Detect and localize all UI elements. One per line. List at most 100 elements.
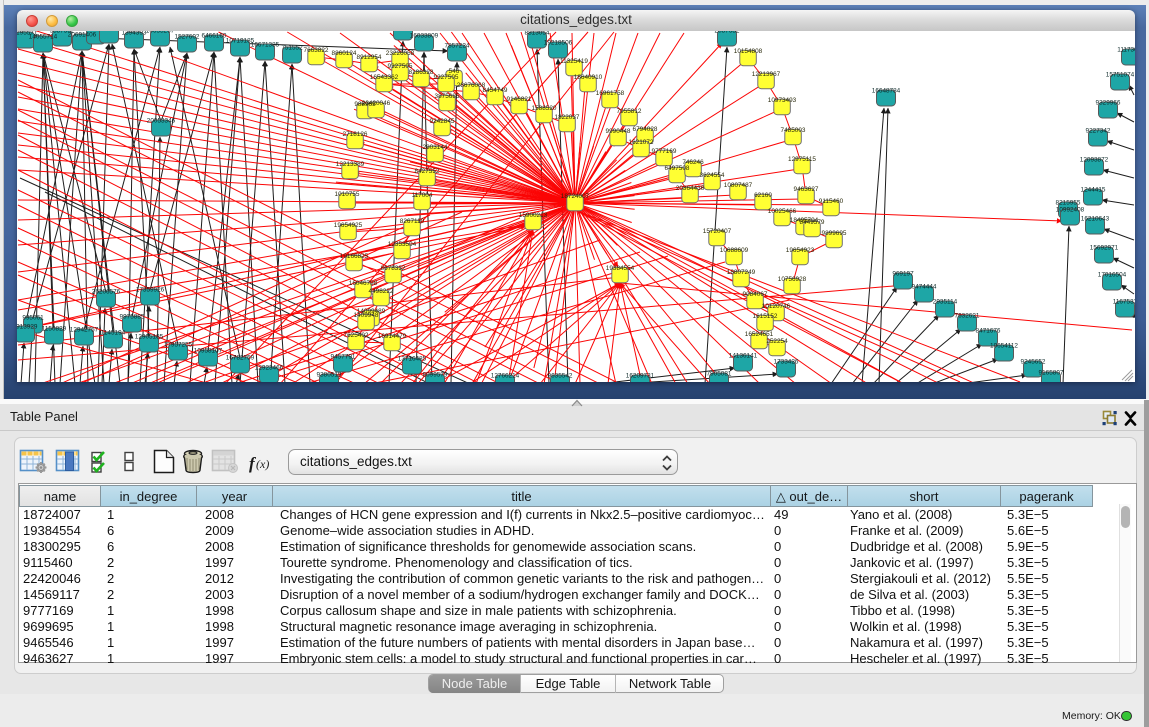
svg-text:10688609: 10688609 (720, 247, 749, 254)
svg-text:9165807: 9165807 (1039, 370, 1064, 377)
svg-text:8454749: 8454749 (483, 87, 508, 94)
svg-text:17957255: 17957255 (164, 342, 193, 349)
svg-text:7625402: 7625402 (344, 332, 369, 339)
svg-text:(x): (x) (256, 457, 269, 471)
svg-text:10653267: 10653267 (146, 31, 175, 35)
svg-text:10654112: 10654112 (990, 343, 1018, 350)
svg-text:1150829: 1150829 (42, 326, 67, 333)
svg-text:8449579: 8449579 (800, 219, 825, 226)
svg-text:252254: 252254 (766, 338, 788, 345)
svg-text:9115460: 9115460 (819, 198, 844, 205)
svg-text:12213389: 12213389 (336, 161, 365, 168)
svg-text:7663822: 7663822 (304, 47, 329, 54)
svg-text:1010755: 1010755 (335, 191, 360, 198)
svg-text:12905185: 12905185 (135, 334, 164, 341)
svg-text:9242845: 9242845 (430, 118, 455, 125)
svg-text:8215955: 8215955 (1056, 200, 1081, 207)
svg-text:1527602: 1527602 (175, 34, 200, 41)
svg-text:15900213: 15900213 (519, 212, 548, 219)
svg-text:16046798: 16046798 (349, 280, 378, 287)
svg-text:28676068: 28676068 (457, 82, 486, 89)
svg-text:19218506: 19218506 (544, 40, 573, 47)
svg-text:16033809: 16033809 (410, 33, 439, 40)
svg-text:9899695: 9899695 (822, 230, 847, 237)
svg-text:9084067: 9084067 (743, 291, 768, 298)
svg-text:12353594: 12353594 (388, 241, 417, 248)
svg-text:9457791: 9457791 (331, 354, 356, 361)
svg-text:7905081: 7905081 (707, 371, 732, 378)
svg-text:8427552: 8427552 (415, 168, 440, 175)
svg-text:6497508: 6497508 (665, 165, 690, 172)
svg-text:2935114: 2935114 (933, 299, 958, 306)
svg-text:8813054: 8813054 (525, 31, 550, 37)
svg-text:9777169: 9777169 (652, 148, 677, 155)
svg-text:19654925: 19654925 (334, 222, 363, 229)
svg-text:969197: 969197 (892, 271, 914, 278)
svg-text:10807487: 10807487 (724, 182, 753, 189)
svg-text:8678332: 8678332 (381, 265, 406, 272)
svg-text:995061: 995061 (22, 315, 44, 322)
svg-text:23226058: 23226058 (386, 50, 415, 57)
svg-text:9245652: 9245652 (1021, 359, 1046, 366)
svg-text:8912954: 8912954 (357, 54, 382, 61)
svg-text:746246: 746246 (682, 159, 704, 166)
svg-text:3875685: 3875685 (435, 93, 460, 100)
svg-text:20691406: 20691406 (68, 32, 97, 39)
svg-text:20364436: 20364436 (676, 185, 705, 192)
svg-text:7632621: 7632621 (955, 313, 980, 320)
svg-text:4498222: 4498222 (369, 288, 394, 295)
svg-text:18807249: 18807249 (727, 269, 756, 276)
svg-text:9474444: 9474444 (912, 284, 937, 291)
svg-text:6794028: 6794028 (633, 126, 658, 133)
svg-text:3624554: 3624554 (700, 172, 725, 179)
svg-text:10958107: 10958107 (194, 348, 223, 355)
svg-text:16231479: 16231479 (95, 31, 124, 32)
svg-text:1167533: 1167533 (1113, 299, 1135, 306)
svg-text:7857224: 7857224 (445, 43, 470, 50)
svg-text:9975885: 9975885 (120, 314, 145, 321)
svg-text:10992408: 10992408 (1056, 207, 1085, 214)
svg-text:15751074: 15751074 (1106, 72, 1135, 79)
svg-text:14055714: 14055714 (29, 34, 58, 41)
svg-text:1615152: 1615152 (753, 313, 778, 320)
svg-text:17359926: 17359926 (136, 287, 165, 294)
svg-text:3913929: 3913929 (17, 324, 38, 331)
svg-text:18640910: 18640910 (574, 74, 603, 81)
svg-text:11173061: 11173061 (1117, 47, 1135, 54)
svg-text:1621072: 1621072 (629, 139, 654, 146)
svg-text:1145194: 1145194 (101, 330, 126, 337)
svg-text:10756928: 10756928 (778, 276, 807, 283)
svg-text:9463627: 9463627 (794, 186, 819, 193)
svg-text:20053346: 20053346 (147, 118, 176, 125)
svg-text:16648784: 16648784 (872, 88, 901, 95)
svg-text:16543362: 16543362 (370, 74, 399, 81)
svg-text:1244415: 1244415 (1081, 187, 1106, 194)
svg-text:1733426: 1733426 (774, 359, 799, 366)
svg-text:12975115: 12975115 (788, 156, 816, 163)
svg-text:16210643: 16210643 (1081, 216, 1110, 223)
svg-text:17016504: 17016504 (1098, 272, 1127, 279)
svg-text:2087682: 2087682 (715, 31, 740, 35)
svg-text:2803144: 2803144 (423, 144, 448, 151)
svg-text:19166825: 19166825 (340, 253, 369, 260)
svg-text:2718126: 2718126 (343, 131, 368, 138)
svg-text:16671385: 16671385 (251, 42, 280, 49)
svg-text:117004: 117004 (412, 192, 433, 199)
svg-text:1394393: 1394393 (122, 31, 147, 37)
svg-text:1822037: 1822037 (555, 114, 580, 121)
svg-text:19384554: 19384554 (606, 265, 635, 272)
svg-text:8186328: 8186328 (409, 69, 434, 76)
svg-text:16524651: 16524651 (745, 331, 774, 338)
svg-text:9327505: 9327505 (434, 74, 459, 81)
svg-text:16209731: 16209731 (626, 373, 655, 380)
svg-text:10025466: 10025466 (768, 208, 797, 215)
svg-text:18724007: 18724007 (561, 193, 590, 200)
svg-text:23420046: 23420046 (362, 100, 391, 107)
svg-text:12093872: 12093872 (1080, 157, 1109, 164)
svg-text:6466160: 6466160 (202, 33, 227, 40)
svg-text:8099579: 8099579 (423, 372, 448, 379)
svg-text:1409948: 1409948 (354, 312, 379, 319)
svg-text:8267110: 8267110 (400, 218, 425, 225)
svg-text:7955812: 7955812 (617, 108, 642, 115)
svg-text:9146821: 9146821 (507, 96, 532, 103)
